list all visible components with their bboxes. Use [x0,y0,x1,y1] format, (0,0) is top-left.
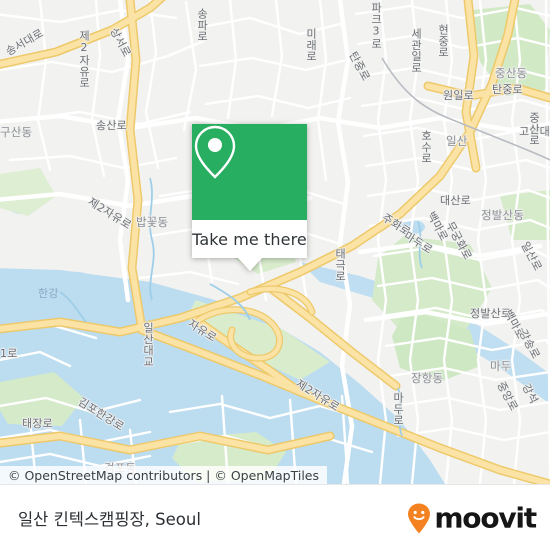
place-title: 일산 킨텍스캠핑장, Seoul [18,510,201,529]
moovit-smiley-pin-icon [408,503,431,533]
callout-cta-area[interactable]: Take me there [192,220,307,258]
map-pin-icon [194,125,236,179]
moovit-map-screen: 송서대로 제2자유로 상서로 송파로 미래로 파크3로 탄중로 현중로 세관일로 중산동 원일로 탄중… [0,0,550,550]
take-me-there-label: Take me there [192,229,307,249]
callout-tail [236,257,263,271]
map-canvas[interactable]: 송서대로 제2자유로 상서로 송파로 미래로 파크3로 탄중로 현중로 세관일로 중산동 원일로 탄중… [0,0,550,484]
footer-bar: 일산 킨텍스캠핑장, Seoul moovit [0,484,550,550]
map-attribution[interactable]: © OpenStreetMap contributors | © OpenMap… [0,466,328,484]
place-callout-card[interactable]: Take me there [192,124,307,271]
moovit-wordmark: moovit [434,501,537,535]
callout-image-area [192,124,307,220]
moovit-brand[interactable]: moovit [406,501,537,535]
